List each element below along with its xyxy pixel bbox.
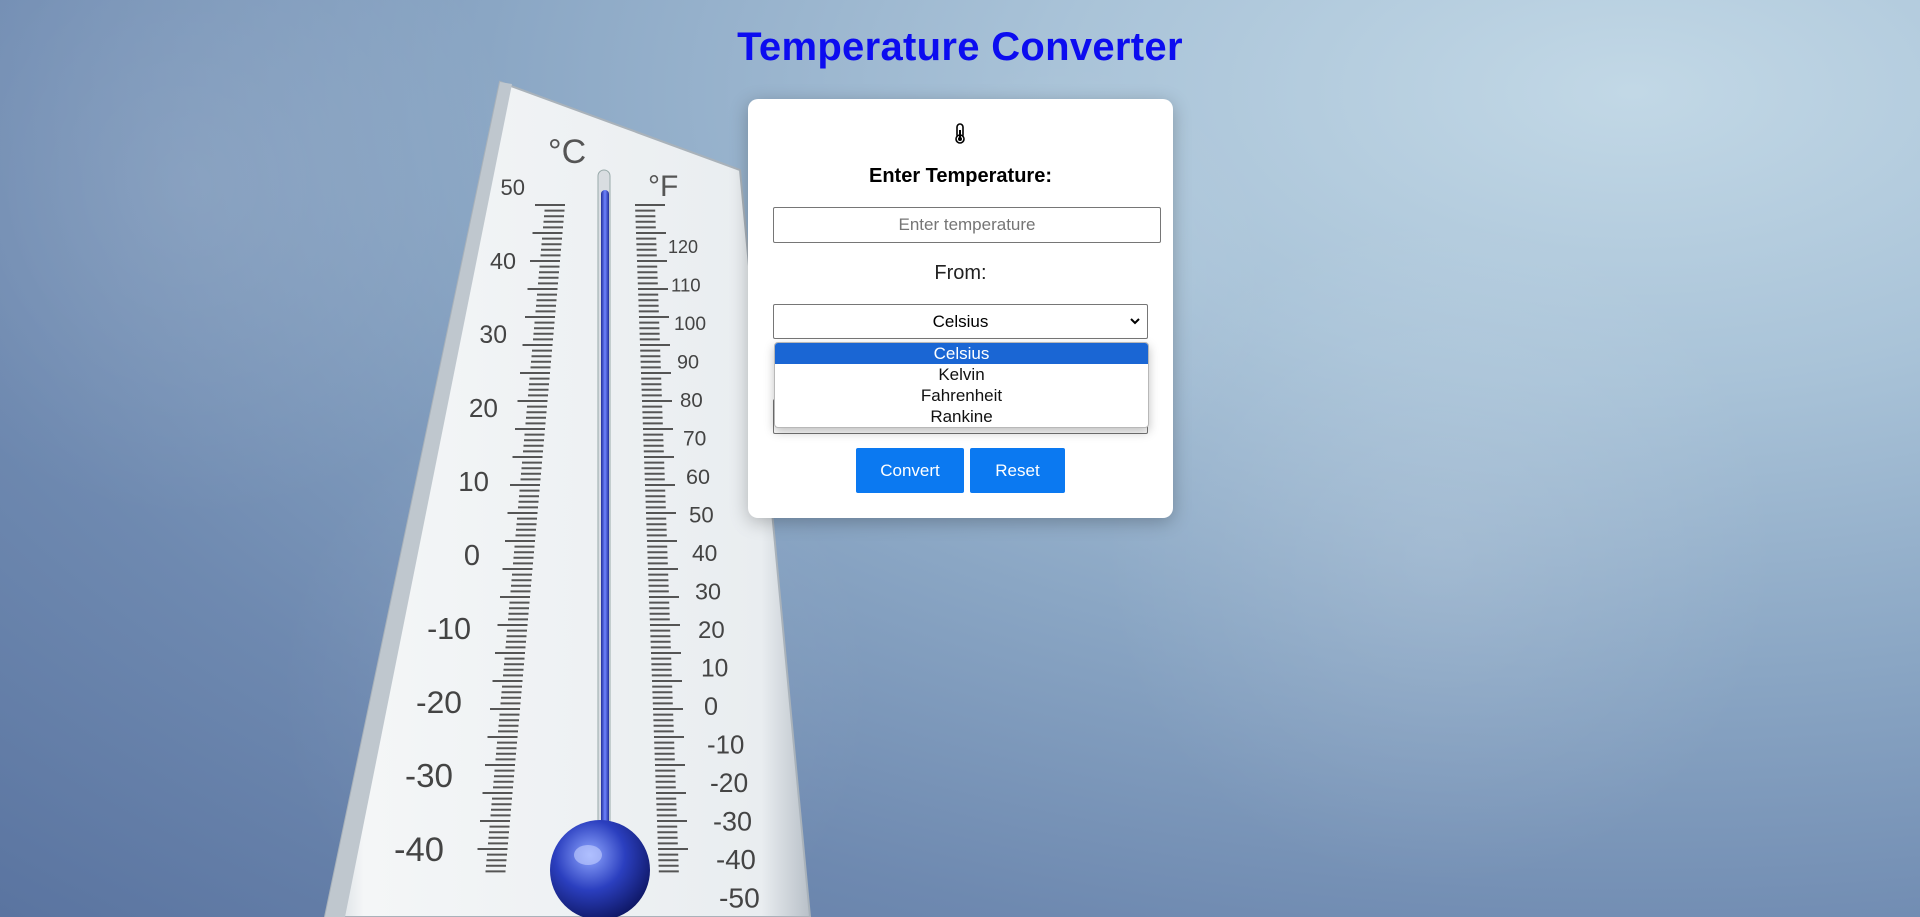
fahrenheit-unit: °F: [648, 170, 678, 203]
fahrenheit-tick-label: 70: [683, 428, 706, 451]
temperature-input[interactable]: [773, 207, 1161, 243]
thermometer-icon: [955, 123, 965, 144]
from-unit-dropdown-list: Celsius Kelvin Fahrenheit Rankine: [774, 342, 1149, 428]
celsius-tick-label: 20: [469, 393, 498, 423]
fahrenheit-tick-label: 20: [698, 617, 725, 644]
convert-button[interactable]: Convert: [856, 448, 964, 493]
from-unit-select[interactable]: Celsius: [773, 304, 1148, 339]
celsius-tick-label: 40: [490, 248, 516, 274]
fahrenheit-tick-label: 50: [689, 503, 714, 528]
option-rankine[interactable]: Rankine: [775, 406, 1148, 427]
fahrenheit-tick-label: 30: [695, 579, 721, 605]
option-celsius[interactable]: Celsius: [775, 343, 1148, 364]
celsius-tick-label: 50: [501, 175, 525, 200]
fahrenheit-tick-label: 80: [680, 390, 703, 412]
chevron-down-icon: [1130, 318, 1140, 325]
from-label: From:: [934, 262, 987, 284]
celsius-tick-label: 0: [464, 540, 480, 572]
from-selected-value: Celsius: [932, 311, 989, 331]
reset-button[interactable]: Reset: [970, 448, 1065, 493]
celsius-tick-label: 10: [458, 466, 489, 497]
fahrenheit-tick-label: 40: [692, 540, 717, 566]
fahrenheit-tick-label: 0: [704, 693, 718, 721]
fahrenheit-tick-label: 120: [668, 237, 698, 257]
fahrenheit-tick-label: -10: [707, 732, 744, 760]
celsius-tick-label: -30: [405, 758, 453, 795]
fahrenheit-tick-label: 10: [701, 656, 728, 683]
option-kelvin[interactable]: Kelvin: [775, 364, 1148, 385]
enter-temperature-label: Enter Temperature:: [868, 165, 1052, 187]
fahrenheit-tick-label: 110: [671, 275, 701, 296]
fahrenheit-tick-label: 60: [686, 464, 710, 489]
fahrenheit-tick-label: -20: [710, 768, 748, 798]
celsius-unit: °C: [548, 133, 586, 171]
fahrenheit-tick-label: -30: [713, 807, 752, 837]
celsius-tick-label: -10: [427, 612, 471, 646]
celsius-tick-label: -40: [394, 831, 444, 869]
converter-card: Enter Temperature: From: Celsius Celsius…: [748, 99, 1173, 518]
celsius-tick-label: 30: [479, 322, 507, 349]
fahrenheit-tick-label: -50: [719, 882, 760, 914]
celsius-tick-label: -20: [416, 684, 462, 720]
fahrenheit-tick-label: 100: [674, 314, 706, 335]
option-fahrenheit[interactable]: Fahrenheit: [775, 385, 1148, 406]
fahrenheit-tick-label: 90: [677, 352, 699, 374]
page-title: Temperature Converter: [737, 25, 1183, 69]
fahrenheit-tick-label: -40: [716, 844, 756, 875]
